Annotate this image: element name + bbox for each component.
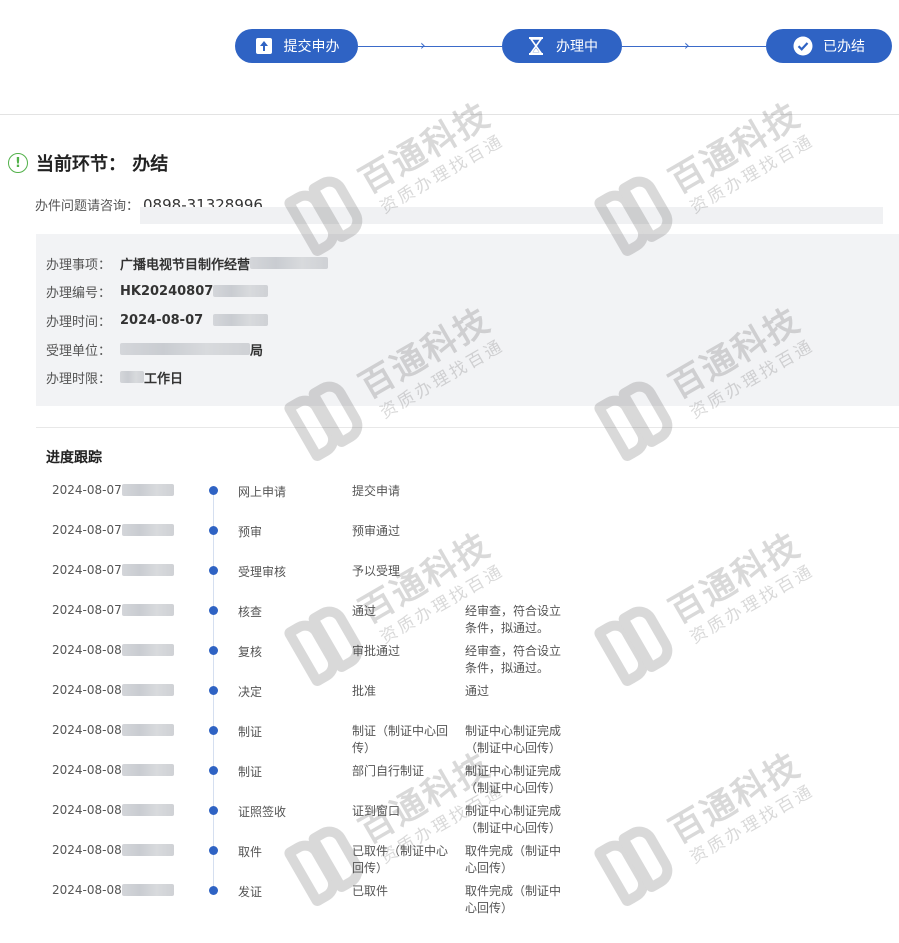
step-label: 办理中 (556, 39, 598, 55)
timeline-dot-icon (209, 846, 218, 855)
case-details: 办理事项： 广播电视节目制作经营 办理编号： HK20240807 办理时间： … (36, 234, 899, 406)
table-row: 2024-08-08 取件 已取件（制证中心回传） 取件完成（制证中心回传） (52, 843, 562, 875)
table-row: 2024-08-07 核查 通过 经审查，符合设立条件，拟通过。 (52, 603, 562, 635)
detail-unit: 受理单位： 局 (46, 343, 264, 359)
chevron-right-icon: › (684, 38, 690, 54)
check-circle-icon (793, 36, 813, 56)
detail-time: 办理时间： 2024-08-07 (46, 311, 269, 330)
chevron-right-icon: › (420, 38, 426, 54)
step-processing: 办理中 (502, 29, 622, 63)
timeline-dot-icon (209, 526, 218, 535)
step-label: 提交申办 (283, 39, 340, 55)
redacted-text (250, 257, 329, 269)
info-exclamation-icon: ! (8, 153, 28, 173)
redacted-text (120, 343, 250, 355)
table-row: 2024-08-08 制证 制证（制证中心回传） 制证中心制证完成（制证中心回传） (52, 723, 562, 755)
table-row: 2024-08-07 受理审核 予以受理 (52, 563, 401, 579)
detail-time-limit: 办理时限： 工作日 (46, 371, 184, 387)
table-row: 2024-08-08 复核 审批通过 经审查，符合设立条件，拟通过。 (52, 643, 562, 675)
step-submit: 提交申办 (235, 29, 358, 63)
upload-icon (254, 36, 274, 56)
progress-title: 进度跟踪 (46, 450, 102, 466)
step-completed: 已办结 (766, 29, 892, 63)
timeline-dot-icon (209, 806, 218, 815)
stage-value: 办结 (132, 154, 169, 175)
consult-label: 办件问题请咨询： (35, 199, 140, 214)
step-connector (358, 46, 502, 47)
step-label: 已办结 (823, 39, 865, 55)
step-connector (622, 46, 766, 47)
table-row: 2024-08-08 决定 批准 通过 (52, 683, 490, 699)
table-row: 2024-08-07 预审 预审通过 (52, 523, 401, 539)
detail-number: 办理编号： HK20240807 (46, 282, 269, 301)
table-row: 2024-08-08 证照签收 证到窗口 制证中心制证完成（制证中心回传） (52, 803, 562, 835)
table-row: 2024-08-08 发证 已取件 取件完成（制证中心回传） (52, 883, 562, 915)
timeline-dot-icon (209, 886, 218, 895)
timeline-dot-icon (209, 646, 218, 655)
timeline-dot-icon (209, 766, 218, 775)
current-stage: ! 当前环节： 办结 (8, 150, 168, 176)
hourglass-icon (526, 36, 546, 56)
table-row: 2024-08-08 制证 部门自行制证 制证中心制证完成（制证中心回传） (52, 763, 562, 795)
redacted-text (120, 371, 144, 383)
timeline-dot-icon (209, 686, 218, 695)
stage-label: 当前环节： 办结 (36, 154, 169, 175)
timeline-dot-icon (209, 606, 218, 615)
redacted-text (213, 285, 269, 297)
redacted-text (213, 314, 269, 326)
timeline-dot-icon (209, 566, 218, 575)
step-progress-bar: 提交申办 › 办理中 › 已办结 (0, 0, 899, 115)
detail-item: 办理事项： 广播电视节目制作经营 (46, 254, 329, 273)
redacted-bar (140, 207, 883, 224)
table-row: 2024-08-07 网上申请 提交申请 (52, 483, 401, 499)
timeline-dot-icon (209, 486, 218, 495)
divider (36, 427, 899, 428)
timeline-dot-icon (209, 726, 218, 735)
